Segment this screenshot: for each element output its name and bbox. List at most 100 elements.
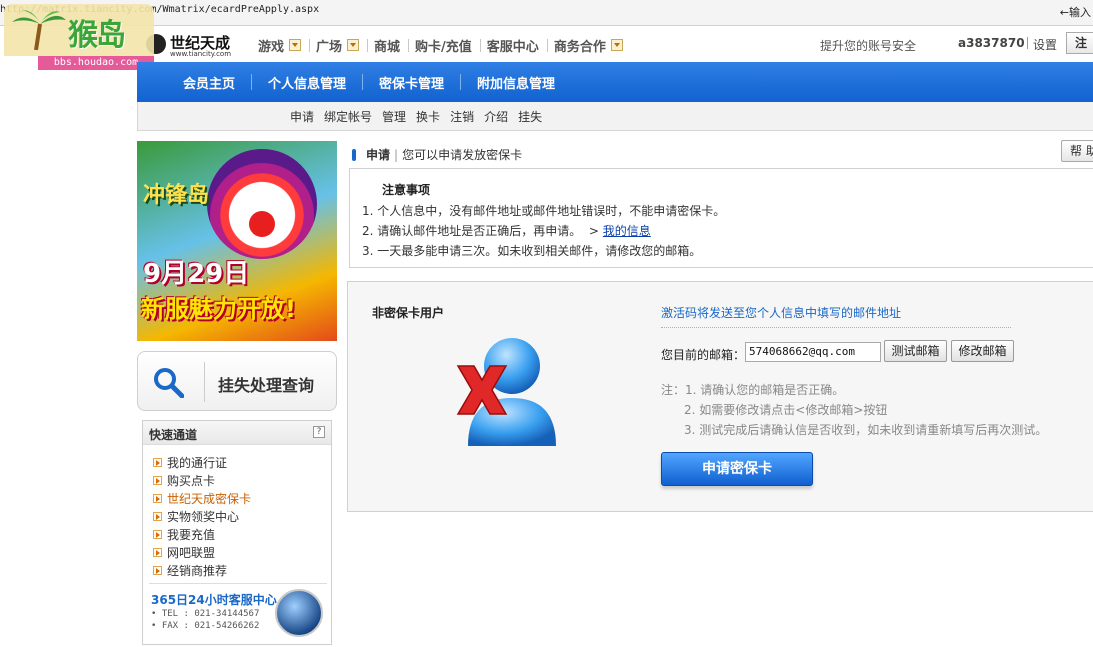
banner-game-name: 冲锋岛 xyxy=(143,183,210,208)
notice-box: 注意事项 1. 个人信息中，没有邮件地址或邮件地址错误时，不能申请密保卡。 2.… xyxy=(349,168,1093,268)
arrow-right-icon xyxy=(153,547,162,557)
page-description: 您可以申请发放密保卡 xyxy=(402,148,523,162)
quick-link-recharge[interactable]: 我要充值 xyxy=(153,525,331,543)
watermark-logo: 猴岛 bbs.houdao.com xyxy=(4,4,154,70)
user-error-icon xyxy=(456,338,556,446)
quick-link-buy-card[interactable]: 购买点卡 xyxy=(153,471,331,489)
dotted-divider xyxy=(661,327,1011,328)
notice-line-1: 1. 个人信息中，没有邮件地址或邮件地址错误时，不能申请密保卡。 xyxy=(362,204,726,218)
email-label: 您目前的邮箱： xyxy=(661,348,746,362)
chevron-down-icon[interactable] xyxy=(347,39,360,51)
quick-access-header: 快速通道 ? xyxy=(143,421,331,445)
logout-button[interactable]: 注 xyxy=(1066,32,1093,54)
note-line-1: 注：1. 请确认您的邮箱是否正确。 xyxy=(661,383,845,397)
banner-text: 新服魅力开放! xyxy=(141,295,296,323)
page-breadcrumb: 申请 | 您可以申请发放密保卡 xyxy=(352,146,522,163)
help-button[interactable]: 帮 助 xyxy=(1061,140,1093,162)
site-top-nav: 世纪天成 www.tiancity.com 游戏 广场 商城 购卡/充值 客服中… xyxy=(0,26,1093,62)
top-menu-service[interactable]: 客服中心 xyxy=(487,36,544,55)
lost-query-divider xyxy=(204,362,205,402)
quick-link-ecard[interactable]: 世纪天成密保卡 xyxy=(153,489,331,507)
arrow-right-icon xyxy=(153,511,162,521)
notice-title: 注意事项 xyxy=(382,183,431,197)
arrow-right-icon xyxy=(153,457,162,467)
sub-nav: 申请 绑定帐号 管理 换卡 注销 介绍 挂失 xyxy=(137,102,1093,131)
menu-divider xyxy=(479,38,481,52)
arrow-right-icon xyxy=(153,529,162,539)
panel-title: 非密保卡用户 xyxy=(372,306,445,320)
quick-access-title: 快速通道 xyxy=(149,428,198,442)
palm-tree-icon xyxy=(12,10,66,50)
sub-nav-apply[interactable]: 申请 xyxy=(290,108,314,125)
send-info-text: 激活码将发送至您个人信息中填写的邮件地址 xyxy=(661,306,902,320)
clown-nose xyxy=(249,211,275,237)
notice-line-2: 2. 请确认邮件地址是否正确后，再申请。 > 我的信息 xyxy=(362,224,651,238)
top-menu: 游戏 广场 商城 购卡/充值 客服中心 商务合作 xyxy=(258,36,628,55)
apply-ecard-button[interactable]: 申请密保卡 xyxy=(661,452,813,486)
apply-panel: 非密保卡用户 激活码将发送至您个人信息中填写的邮件地址 您目前的邮箱： 5740… xyxy=(347,281,1093,512)
service-center-title: 365日24小时客服中心 xyxy=(151,593,277,607)
sub-nav-report-loss[interactable]: 挂失 xyxy=(518,108,542,125)
menu-divider xyxy=(367,38,369,52)
account-safety-link[interactable]: 提升您的账号安全 xyxy=(820,37,916,54)
breadcrumb-separator: | xyxy=(394,147,399,162)
quick-link-dealer[interactable]: 经销商推荐 xyxy=(153,561,331,579)
promo-banner[interactable]: 冲锋岛 9月29日 新服魅力开放! xyxy=(137,141,337,341)
member-nav-ecard[interactable]: 密保卡管理 xyxy=(363,73,460,92)
lost-query-label: 挂失处理查询 xyxy=(218,376,315,395)
note-line-2: 2. 如需要修改请点击<修改邮箱>按钮 xyxy=(684,403,888,417)
breadcrumb-bullet xyxy=(352,148,356,161)
sub-nav-bind[interactable]: 绑定帐号 xyxy=(324,108,372,125)
my-info-link[interactable]: 我的信息 xyxy=(603,224,651,238)
top-menu-plaza[interactable]: 广场 xyxy=(316,36,364,55)
user-divider xyxy=(1027,37,1028,49)
go-button[interactable]: ←输入 xyxy=(1060,4,1091,20)
lost-query-button[interactable]: 挂失处理查询 xyxy=(137,351,337,411)
sub-nav-replace[interactable]: 换卡 xyxy=(416,108,440,125)
notice-line-3: 3. 一天最多能申请三次。如未收到相关邮件，请修改您的邮箱。 xyxy=(362,244,702,258)
clown-illustration xyxy=(207,149,317,259)
sub-nav-intro[interactable]: 介绍 xyxy=(484,108,508,125)
chevron-down-icon[interactable] xyxy=(289,39,302,51)
site-logo[interactable]: 世纪天成 www.tiancity.com xyxy=(146,32,244,58)
top-menu-games[interactable]: 游戏 xyxy=(258,36,306,55)
quick-access-list: 我的通行证 购买点卡 世纪天成密保卡 实物领奖中心 我要充值 网吧联盟 经销商推… xyxy=(143,445,331,579)
chevron-down-icon[interactable] xyxy=(610,39,623,51)
quick-access-divider xyxy=(149,583,327,584)
top-menu-mall[interactable]: 商城 xyxy=(374,36,405,55)
settings-link[interactable]: 设置 xyxy=(1033,36,1057,53)
browser-address-bar[interactable]: http://matrix.tiancity.com/Wmatrix/ecard… xyxy=(0,0,1093,26)
sub-nav-manage[interactable]: 管理 xyxy=(382,108,406,125)
help-icon[interactable]: ? xyxy=(313,426,325,438)
arrow-right-icon xyxy=(153,565,162,575)
banner-date: 9月29日 xyxy=(143,259,250,289)
quick-link-prize[interactable]: 实物领奖中心 xyxy=(153,507,331,525)
page-title: 申请 xyxy=(366,148,391,162)
note-line-3: 3. 测试完成后请确认信是否收到，如未收到请重新填写后再次测试。 xyxy=(684,423,1048,437)
member-nav-home[interactable]: 会员主页 xyxy=(167,73,251,92)
arrow-right-icon xyxy=(153,475,162,485)
member-nav-profile[interactable]: 个人信息管理 xyxy=(252,73,362,92)
top-menu-recharge[interactable]: 购卡/充值 xyxy=(415,36,477,55)
site-logo-url: www.tiancity.com xyxy=(170,50,232,58)
magnifier-icon xyxy=(154,368,184,398)
quick-access-panel: 快速通道 ? 我的通行证 购买点卡 世纪天成密保卡 实物领奖中心 我要充值 网吧… xyxy=(142,420,332,645)
watermark-brand: 猴岛 xyxy=(68,18,126,53)
arrow-right-icon xyxy=(153,493,162,503)
menu-divider xyxy=(546,38,548,52)
email-field[interactable]: 574068662@qq.com xyxy=(745,342,881,362)
service-fax: • FAX : 021-54266262 xyxy=(151,621,260,631)
member-nav: 会员主页 个人信息管理 密保卡管理 附加信息管理 xyxy=(137,62,1093,102)
menu-divider xyxy=(408,38,410,52)
test-email-button[interactable]: 测试邮箱 xyxy=(884,340,947,362)
sub-nav-cancel[interactable]: 注销 xyxy=(450,108,474,125)
member-nav-extra[interactable]: 附加信息管理 xyxy=(461,73,571,92)
quick-link-passport[interactable]: 我的通行证 xyxy=(153,453,331,471)
top-menu-business[interactable]: 商务合作 xyxy=(554,36,628,55)
clock-icon xyxy=(275,589,323,637)
menu-divider xyxy=(309,38,311,52)
edit-email-button[interactable]: 修改邮箱 xyxy=(951,340,1014,362)
service-tel: • TEL : 021-34144567 xyxy=(151,609,260,619)
username[interactable]: a3837870 xyxy=(958,36,1025,50)
quick-link-netcafe[interactable]: 网吧联盟 xyxy=(153,543,331,561)
